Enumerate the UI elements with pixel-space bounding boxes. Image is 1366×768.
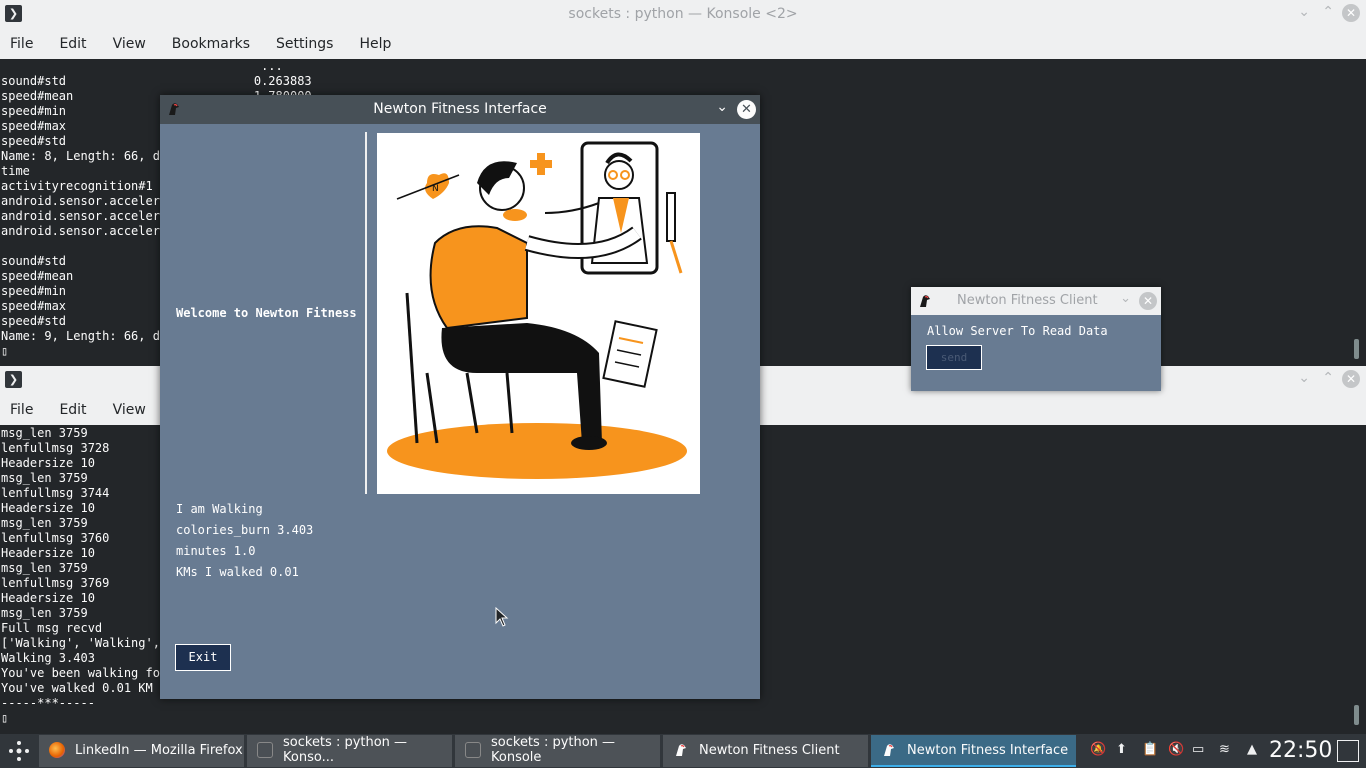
welcome-text: Welcome to Newton Fitness (176, 306, 357, 320)
task-newton-client[interactable]: Newton Fitness Client (663, 735, 868, 767)
application-launcher-icon[interactable] (8, 740, 30, 762)
doctor-patient-illustration: N (377, 133, 700, 494)
task-konsole-2[interactable]: sockets : python — Konsole (455, 735, 660, 767)
minimize-icon[interactable]: ⌄ (716, 99, 728, 115)
scrollbar[interactable] (1354, 339, 1359, 359)
minimize-icon[interactable]: ⌄ (1298, 370, 1310, 386)
volume-muted-icon[interactable]: 🔇 (1168, 742, 1184, 757)
kms-walked: KMs I walked 0.01 (176, 565, 299, 579)
menu-bar: File Edit View Bookmarks Settings Help (0, 29, 1366, 59)
task-label: LinkedIn — Mozilla Firefox (75, 742, 243, 758)
app-icon (676, 744, 686, 756)
maximize-icon[interactable]: ⌃ (1322, 370, 1334, 386)
menu-edit[interactable]: Edit (59, 36, 86, 52)
terminal-line: ▯ (1, 711, 9, 725)
exit-button[interactable]: Exit (175, 644, 231, 671)
menu-file[interactable]: File (10, 36, 33, 52)
wifi-icon[interactable]: ≋ (1219, 742, 1230, 757)
task-label: sockets : python — Konso... (283, 735, 408, 765)
divider (365, 132, 367, 494)
task-newton-interface[interactable]: Newton Fitness Interface (871, 735, 1076, 767)
clipboard-icon[interactable]: 📋 (1142, 742, 1158, 757)
menu-bookmarks[interactable]: Bookmarks (172, 36, 250, 52)
close-icon[interactable]: ✕ (1342, 370, 1360, 388)
updates-icon[interactable]: ⬆ (1116, 742, 1127, 757)
terminal-icon (257, 742, 273, 758)
minimize-icon[interactable]: ⌄ (1298, 4, 1310, 20)
menu-help[interactable]: Help (359, 36, 391, 52)
task-label: sockets : python — Konsole (491, 735, 616, 765)
terminal-icon: ❯ (5, 371, 22, 388)
clock[interactable]: 22:50 (1269, 738, 1332, 763)
menu-view[interactable]: View (113, 402, 146, 418)
battery-icon[interactable]: ▭ (1192, 742, 1204, 757)
mouse-cursor-icon (495, 607, 509, 627)
window-title: Newton Fitness Interface (373, 101, 547, 117)
scrollbar[interactable] (1354, 705, 1359, 725)
menu-settings[interactable]: Settings (276, 36, 333, 52)
close-icon[interactable]: ✕ (1139, 292, 1157, 310)
task-label: Newton Fitness Interface (907, 742, 1069, 758)
notifications-muted-icon[interactable]: 🔕 (1090, 742, 1106, 757)
newton-fitness-client-window[interactable]: Newton Fitness Client ⌄ ✕ Allow Server T… (911, 287, 1161, 391)
close-icon[interactable]: ✕ (737, 100, 756, 119)
app-icon (920, 295, 930, 307)
terminal-line: sound#std 0.263883 (1, 74, 312, 88)
title-bar[interactable]: Newton Fitness Client ⌄ ✕ (911, 287, 1161, 315)
task-konsole-1[interactable]: sockets : python — Konso... (247, 735, 452, 767)
firefox-icon (49, 742, 65, 758)
window-title: Newton Fitness Client (957, 293, 1098, 308)
calories-burned: colories_burn 3.403 (176, 523, 314, 537)
maximize-icon[interactable]: ⌃ (1322, 4, 1334, 20)
send-button[interactable]: send (926, 345, 982, 370)
app-icon (884, 744, 894, 756)
newton-fitness-interface-window[interactable]: Newton Fitness Interface ⌄ ✕ Welcome to … (160, 95, 760, 699)
tray-expand-icon[interactable]: ▲ (1247, 742, 1257, 757)
show-desktop-icon[interactable] (1337, 740, 1359, 762)
title-bar[interactable]: ❯ sockets : python — Konsole <2> ⌄ ⌃ ✕ (0, 0, 1366, 29)
window-title: sockets : python — Konsole <2> (568, 6, 798, 22)
taskbar: LinkedIn — Mozilla Firefox sockets : pyt… (0, 734, 1366, 768)
task-firefox[interactable]: LinkedIn — Mozilla Firefox (39, 735, 244, 767)
menu-edit[interactable]: Edit (59, 402, 86, 418)
minutes-walked: minutes 1.0 (176, 544, 256, 558)
menu-view[interactable]: View (113, 36, 146, 52)
close-icon[interactable]: ✕ (1342, 4, 1360, 22)
title-bar[interactable]: Newton Fitness Interface ⌄ ✕ (160, 95, 760, 124)
activity-status: I am Walking (176, 502, 263, 516)
allow-read-label: Allow Server To Read Data (927, 324, 1108, 338)
task-label: Newton Fitness Client (699, 742, 840, 758)
terminal-line: ... (1, 59, 283, 73)
menu-file[interactable]: File (10, 402, 33, 418)
minimize-icon[interactable]: ⌄ (1120, 291, 1131, 306)
terminal-icon (465, 742, 481, 758)
